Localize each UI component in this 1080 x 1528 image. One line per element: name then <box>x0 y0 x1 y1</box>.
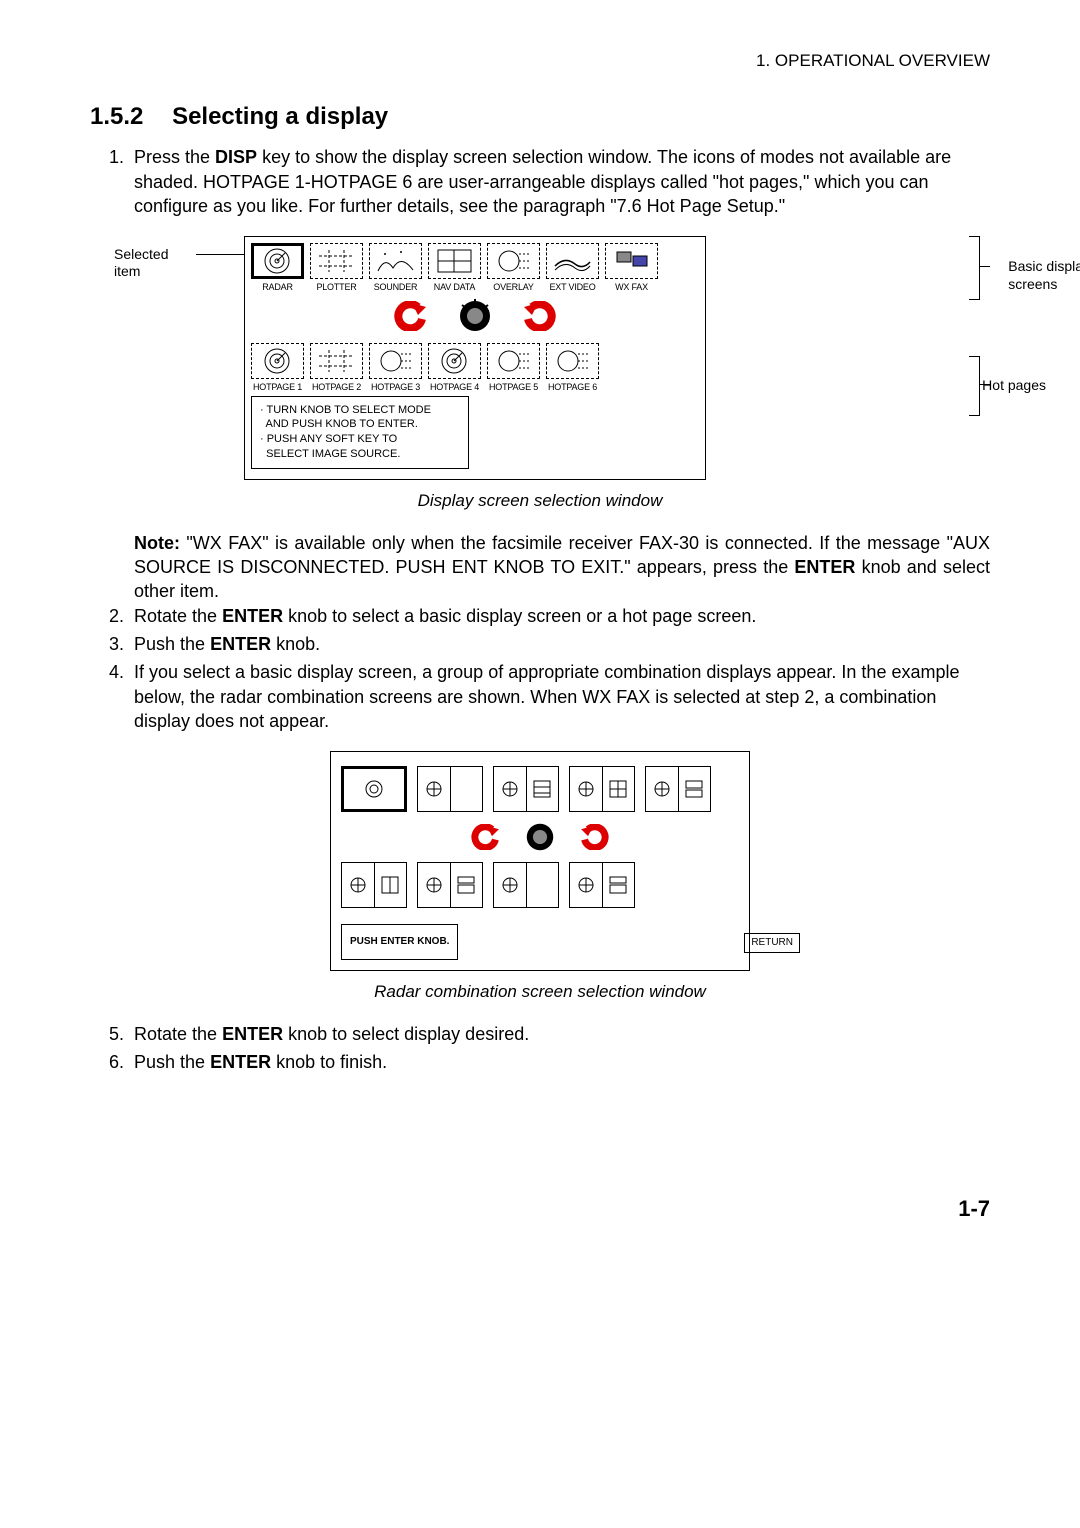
instruction-box: · TURN KNOB TO SELECT MODE AND PUSH KNOB… <box>251 396 469 469</box>
overlay-icon <box>546 343 599 379</box>
push-enter-prompt: PUSH ENTER KNOB. <box>341 924 458 960</box>
thumb-label: SOUNDER <box>369 281 422 293</box>
arrow-ccw-icon <box>469 824 501 850</box>
display-mode-thumb: WX FAX <box>605 243 658 293</box>
step-number: 3. <box>90 632 134 656</box>
combo-thumb <box>569 766 635 812</box>
display-mode-thumb: HOTPAGE 1 <box>251 343 304 393</box>
section-title: Selecting a display <box>172 103 388 130</box>
figure1-caption: Display screen selection window <box>90 490 990 513</box>
display-mode-thumb: HOTPAGE 5 <box>487 343 540 393</box>
step-body: Rotate the ENTER knob to select display … <box>134 1022 990 1046</box>
steps-list-a: 1. Press the DISP key to show the displa… <box>90 145 990 218</box>
thumb-label: HOTPAGE 2 <box>310 381 363 393</box>
plotter-icon <box>310 343 363 379</box>
display-mode-thumb: HOTPAGE 6 <box>546 343 599 393</box>
running-header: 1. OPERATIONAL OVERVIEW <box>90 50 990 73</box>
overlay-icon <box>487 343 540 379</box>
ext-icon <box>546 243 599 279</box>
combo-thumb <box>645 766 711 812</box>
page-number: 1-7 <box>90 1194 990 1224</box>
steps-list-b: 2.Rotate the ENTER knob to select a basi… <box>90 604 990 733</box>
thumb-label: EXT VIDEO <box>546 281 599 293</box>
thumb-label: HOTPAGE 6 <box>546 381 599 393</box>
plotter-icon <box>310 243 363 279</box>
step-body: If you select a basic display screen, a … <box>134 660 990 733</box>
step-body: Press the DISP key to show the display s… <box>134 145 990 218</box>
combo-thumb <box>341 766 407 812</box>
display-mode-thumb: SOUNDER <box>369 243 422 293</box>
thumb-label: HOTPAGE 3 <box>369 381 422 393</box>
steps-list-c: 5.Rotate the ENTER knob to select displa… <box>90 1022 990 1075</box>
figure-display-selection: Selected item Basic display screens Hot … <box>134 236 990 480</box>
thumb-label: NAV DATA <box>428 281 481 293</box>
nav-icon <box>428 243 481 279</box>
display-mode-thumb: RADAR <box>251 243 304 293</box>
section-heading: 1.5.2 Selecting a display <box>90 101 990 133</box>
step-body: Rotate the ENTER knob to select a basic … <box>134 604 990 628</box>
radar-icon <box>428 343 481 379</box>
radar-icon <box>251 343 304 379</box>
step-number: 5. <box>90 1022 134 1046</box>
sounder-icon <box>369 243 422 279</box>
combo-thumb <box>493 862 559 908</box>
annot-selected-item: Selected item <box>114 246 168 280</box>
figure2-caption: Radar combination screen selection windo… <box>90 981 990 1004</box>
combo-thumb <box>341 862 407 908</box>
combo-thumb <box>569 862 635 908</box>
return-button[interactable]: RETURN <box>744 933 800 953</box>
note-paragraph: Note: "WX FAX" is available only when th… <box>134 531 990 604</box>
combo-thumb <box>493 766 559 812</box>
combo-thumb <box>417 862 483 908</box>
step-number: 4. <box>90 660 134 733</box>
display-mode-thumb: HOTPAGE 3 <box>369 343 422 393</box>
display-mode-thumb: HOTPAGE 2 <box>310 343 363 393</box>
overlay-icon <box>369 343 422 379</box>
figure-radar-combination: PUSH ENTER KNOB. RETURN <box>330 751 750 971</box>
display-mode-thumb: HOTPAGE 4 <box>428 343 481 393</box>
overlay-icon <box>487 243 540 279</box>
arrow-ccw-icon <box>392 301 428 331</box>
step-number: 1. <box>90 145 134 218</box>
thumb-label: OVERLAY <box>487 281 540 293</box>
thumb-label: HOTPAGE 5 <box>487 381 540 393</box>
step-number: 2. <box>90 604 134 628</box>
thumb-label: HOTPAGE 4 <box>428 381 481 393</box>
annot-hot-pages: Hot pages <box>982 376 1046 395</box>
annot-basic-screens: Basic display screens <box>1008 258 1080 293</box>
wx-icon <box>605 243 658 279</box>
section-number: 1.5.2 <box>90 103 143 130</box>
combo-thumb <box>417 766 483 812</box>
thumb-label: WX FAX <box>605 281 658 293</box>
thumb-label: PLOTTER <box>310 281 363 293</box>
display-mode-thumb: EXT VIDEO <box>546 243 599 293</box>
display-mode-thumb: NAV DATA <box>428 243 481 293</box>
thumb-label: HOTPAGE 1 <box>251 381 304 393</box>
radar-icon <box>251 243 304 279</box>
thumb-label: RADAR <box>251 281 304 293</box>
arrow-cw-icon <box>579 824 611 850</box>
display-mode-thumb: OVERLAY <box>487 243 540 293</box>
knob-icon <box>458 299 492 333</box>
knob-icon <box>525 822 555 852</box>
display-mode-thumb: PLOTTER <box>310 243 363 293</box>
step-body: Push the ENTER knob. <box>134 632 990 656</box>
step-number: 6. <box>90 1050 134 1074</box>
arrow-cw-icon <box>522 301 558 331</box>
step-body: Push the ENTER knob to finish. <box>134 1050 990 1074</box>
